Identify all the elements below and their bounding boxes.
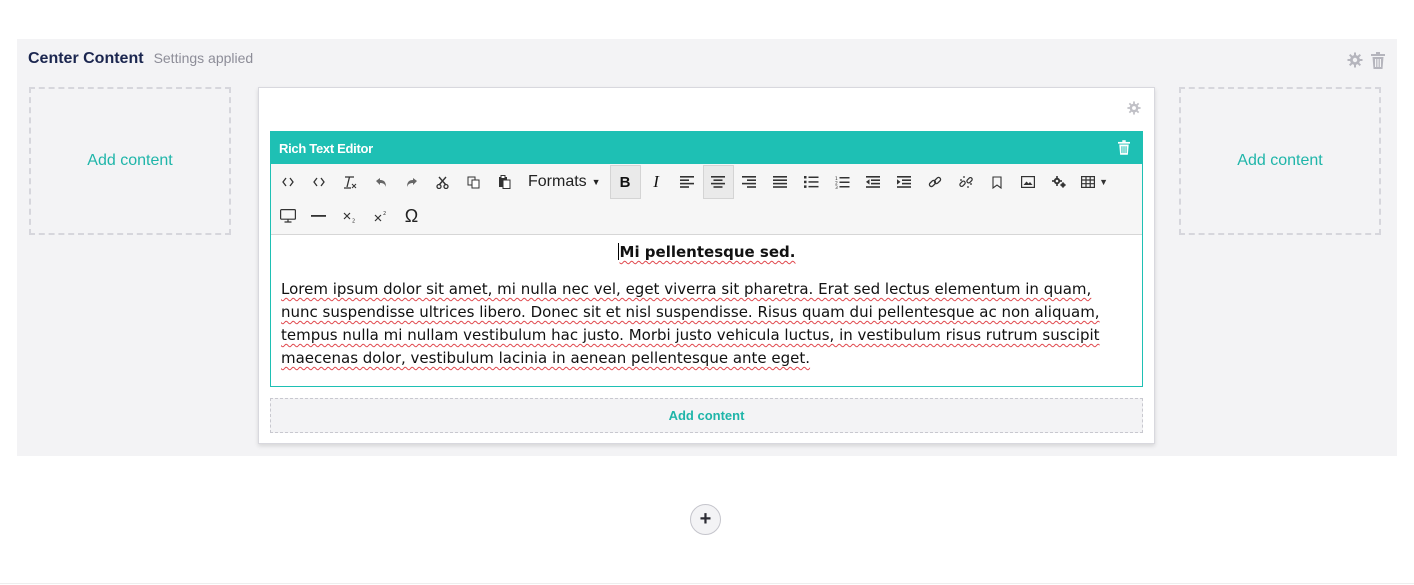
special-char-button[interactable]: Ω <box>396 199 427 233</box>
code-icon <box>312 177 325 187</box>
italic-icon: I <box>653 172 659 191</box>
text-cursor <box>617 243 619 260</box>
align-left-icon <box>680 176 695 188</box>
clear-format-button[interactable] <box>334 165 365 199</box>
horizontal-rule-icon <box>311 214 326 218</box>
link-button[interactable] <box>920 165 951 199</box>
formats-label: Formats <box>528 173 587 190</box>
formats-dropdown[interactable]: Formats ▼ <box>520 165 609 199</box>
svg-text:2: 2 <box>383 211 386 217</box>
source-code-icon <box>281 177 294 187</box>
gear-icon[interactable] <box>1347 52 1363 69</box>
content-heading-text: Mi pellentesque sed. <box>619 243 796 261</box>
row-title: Center Content <box>28 50 144 67</box>
outdent-button[interactable] <box>858 165 889 199</box>
macro-button[interactable] <box>1044 165 1075 199</box>
unlink-icon <box>959 175 973 189</box>
anchor-button[interactable] <box>982 165 1013 199</box>
subscript-icon: 2 <box>343 210 357 223</box>
grid-row: Center Content Settings applied Add cont… <box>17 39 1397 456</box>
add-content-button[interactable]: Add content <box>270 398 1143 433</box>
code-button[interactable] <box>303 165 334 199</box>
image-button[interactable] <box>1013 165 1044 199</box>
bold-button[interactable]: B <box>609 165 641 199</box>
unlink-button[interactable] <box>951 165 982 199</box>
align-justify-button[interactable] <box>765 165 796 199</box>
italic-button[interactable]: I <box>641 165 672 199</box>
superscript-icon: 2 <box>374 210 388 223</box>
content-paragraph: Lorem ipsum dolor sit amet, mi nulla nec… <box>281 280 1100 367</box>
editor-title: Rich Text Editor <box>279 140 373 156</box>
embed-icon <box>279 209 296 223</box>
embed-button[interactable] <box>272 199 303 233</box>
row-status: Settings applied <box>153 50 254 66</box>
chevron-down-icon: ▼ <box>591 177 601 187</box>
align-center-icon <box>711 176 726 188</box>
cut-icon <box>436 176 449 189</box>
superscript-button[interactable]: 2 <box>365 199 396 233</box>
indent-icon <box>897 176 912 188</box>
copy-icon <box>467 176 480 189</box>
link-icon <box>928 175 942 189</box>
undo-icon <box>375 177 387 188</box>
rich-text-editor: Rich Text Editor Formats ▼ B I 1 2 3 ▼ 2… <box>270 131 1143 387</box>
outdent-icon <box>866 176 881 188</box>
add-content-right[interactable]: Add content <box>1179 87 1381 235</box>
align-left-button[interactable] <box>672 165 703 199</box>
add-content-label: Add content <box>1237 152 1323 169</box>
align-center-button[interactable] <box>702 165 734 199</box>
source-code-button[interactable] <box>272 165 303 199</box>
svg-text:2: 2 <box>352 218 355 223</box>
undo-button[interactable] <box>365 165 396 199</box>
editor-toolbar: Formats ▼ B I 123 ▼ 2 2 Ω <box>271 164 1142 235</box>
trash-icon[interactable] <box>1118 140 1130 158</box>
center-cell: Rich Text Editor Formats ▼ B I 1 2 3 ▼ 2… <box>258 87 1155 444</box>
plus-icon: + <box>699 508 712 530</box>
add-content-label: Add content <box>87 152 173 169</box>
cut-button[interactable] <box>427 165 458 199</box>
add-content-left[interactable]: Add content <box>29 87 231 235</box>
add-row-button[interactable]: + <box>690 504 721 535</box>
redo-button[interactable] <box>396 165 427 199</box>
align-justify-icon <box>773 176 788 188</box>
paste-button[interactable] <box>489 165 520 199</box>
divider <box>0 583 1414 584</box>
special-char-icon: Ω <box>404 205 419 226</box>
editor-content[interactable]: Mi pellentesque sed. Lorem ipsum dolor s… <box>271 235 1142 376</box>
macro-icon <box>1052 176 1067 188</box>
clear-format-icon <box>343 175 357 189</box>
numbered-list-button[interactable]: 123 <box>827 165 858 199</box>
trash-icon[interactable] <box>1371 52 1385 69</box>
anchor-icon <box>992 175 1002 189</box>
indent-button[interactable] <box>889 165 920 199</box>
horizontal-rule-button[interactable] <box>303 199 334 233</box>
chevron-down-icon: ▼ <box>1099 177 1109 187</box>
row-actions <box>1347 52 1385 69</box>
subscript-button[interactable]: 2 <box>334 199 365 233</box>
bullet-list-icon <box>803 176 819 188</box>
paste-icon <box>498 175 511 189</box>
row-header: Center Content Settings applied <box>28 50 253 72</box>
svg-text:3: 3 <box>835 185 838 189</box>
copy-button[interactable] <box>458 165 489 199</box>
editor-header: Rich Text Editor <box>271 132 1142 164</box>
numbered-list-icon: 123 <box>835 176 850 189</box>
add-content-label: Add content <box>668 408 745 423</box>
gear-icon[interactable] <box>1127 101 1141 120</box>
table-icon <box>1081 176 1096 188</box>
align-right-icon <box>742 176 757 188</box>
bullet-list-button[interactable] <box>796 165 827 199</box>
redo-icon <box>406 177 418 188</box>
bold-icon: B <box>619 173 631 191</box>
image-icon <box>1021 176 1036 188</box>
content-heading: Mi pellentesque sed. <box>281 241 1132 264</box>
align-right-button[interactable] <box>734 165 765 199</box>
table-dropdown[interactable]: ▼ <box>1075 165 1115 199</box>
